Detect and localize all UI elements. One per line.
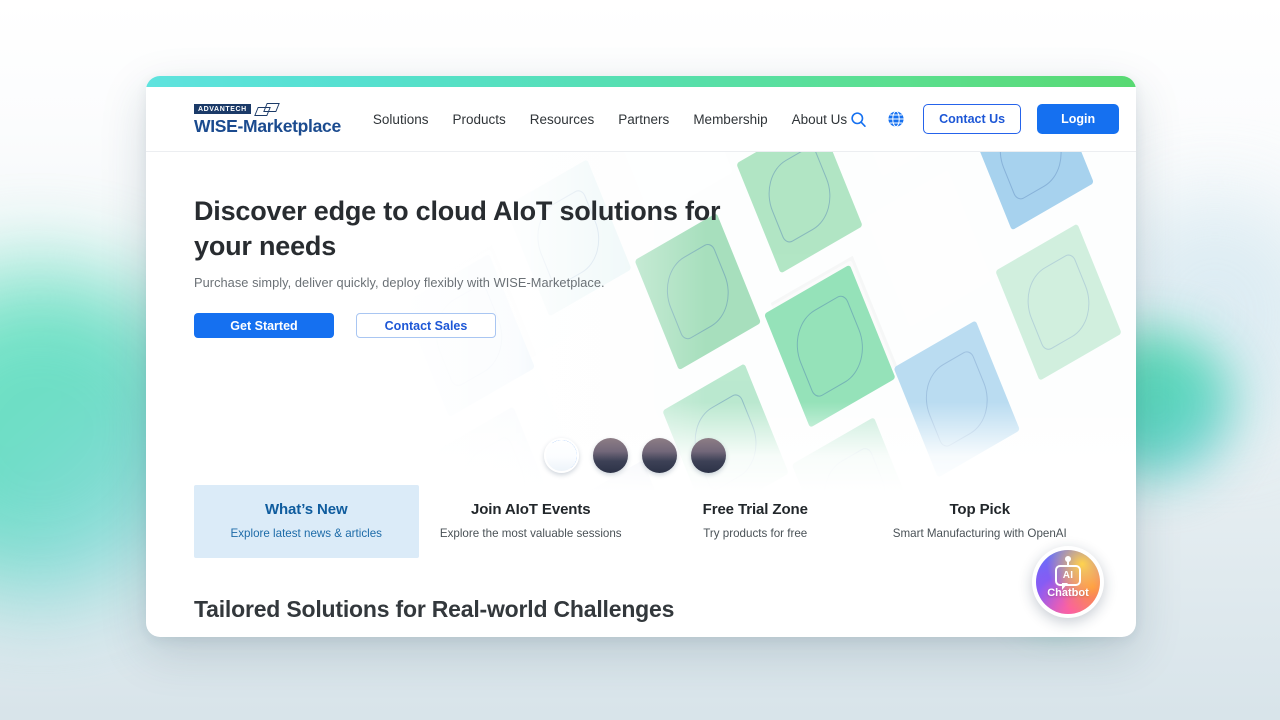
nav-item-solutions[interactable]: Solutions: [373, 112, 429, 127]
get-started-button[interactable]: Get Started: [194, 313, 334, 339]
feature-card-join-aiot-events[interactable]: Join AIoT Events Explore the most valuab…: [419, 485, 644, 558]
feature-card-subtitle: Explore the most valuable sessions: [439, 527, 622, 540]
site-logo[interactable]: ADVANTECH WISE-Marketplace: [194, 102, 341, 136]
robot-antenna-icon: [1065, 556, 1071, 565]
logo-product-name: WISE-Marketplace: [194, 115, 341, 136]
header-actions: Contact Us Login: [847, 104, 1120, 134]
ai-robot-icon: AI: [1055, 556, 1081, 590]
nav-item-about-us[interactable]: About Us: [792, 112, 848, 127]
carousel-progress-ring: [546, 440, 577, 471]
advantech-mark-icon: [254, 102, 280, 116]
nav-item-membership[interactable]: Membership: [693, 112, 767, 127]
search-icon[interactable]: [847, 108, 869, 130]
carousel-thumbnails: [544, 438, 726, 473]
feature-card-free-trial-zone[interactable]: Free Trial Zone Try products for free: [643, 485, 868, 558]
chatbot-launcher-button[interactable]: AI Chatbot: [1032, 546, 1104, 618]
hero-subtitle: Purchase simply, deliver quickly, deploy…: [194, 275, 605, 291]
site-window: ADVANTECH WISE-Marketplace Solutions Pro…: [146, 76, 1136, 637]
ai-badge-text: AI: [1062, 570, 1074, 581]
nav-item-products[interactable]: Products: [452, 112, 505, 127]
feature-card-subtitle: Try products for free: [703, 527, 808, 540]
contact-us-button[interactable]: Contact Us: [923, 104, 1022, 134]
feature-card-title: What’s New: [264, 501, 348, 518]
speech-bubble-tail-icon: [1062, 583, 1068, 590]
carousel-thumb-3[interactable]: [642, 438, 677, 473]
nav-item-resources[interactable]: Resources: [530, 112, 595, 127]
section-heading-tailored-solutions: Tailored Solutions for Real-world Challe…: [194, 596, 675, 622]
hero-title: Discover edge to cloud AIoT solutions fo…: [194, 196, 721, 261]
globe-icon[interactable]: [885, 108, 907, 130]
hero-cta-group: Get Started Contact Sales: [194, 313, 746, 339]
hero-copy: Discover edge to cloud AIoT solutions fo…: [146, 152, 746, 339]
chatbot-gradient-circle: AI Chatbot: [1036, 550, 1100, 614]
nav-item-partners[interactable]: Partners: [618, 112, 669, 127]
feature-card-subtitle: Smart Manufacturing with OpenAI: [892, 527, 1067, 540]
login-button[interactable]: Login: [1037, 104, 1120, 134]
contact-sales-button[interactable]: Contact Sales: [356, 313, 496, 339]
feature-card-row: What’s New Explore latest news & article…: [194, 485, 1092, 558]
feature-card-title: Free Trial Zone: [702, 501, 808, 518]
site-header: ADVANTECH WISE-Marketplace Solutions Pro…: [146, 87, 1136, 152]
advantech-badge: ADVANTECH: [194, 104, 251, 115]
carousel-thumb-4[interactable]: [691, 438, 726, 473]
carousel-thumb-2[interactable]: [593, 438, 628, 473]
main-navigation: Solutions Products Resources Partners Me…: [373, 112, 847, 127]
feature-card-subtitle: Explore latest news & articles: [230, 527, 382, 540]
top-accent-bar: [146, 76, 1136, 87]
feature-card-title: Join AIoT Events: [470, 501, 591, 518]
carousel-thumb-1[interactable]: [544, 438, 579, 473]
logo-top-row: ADVANTECH: [194, 102, 341, 116]
feature-card-whats-new[interactable]: What’s New Explore latest news & article…: [194, 485, 419, 558]
feature-card-title: Top Pick: [949, 501, 1011, 518]
